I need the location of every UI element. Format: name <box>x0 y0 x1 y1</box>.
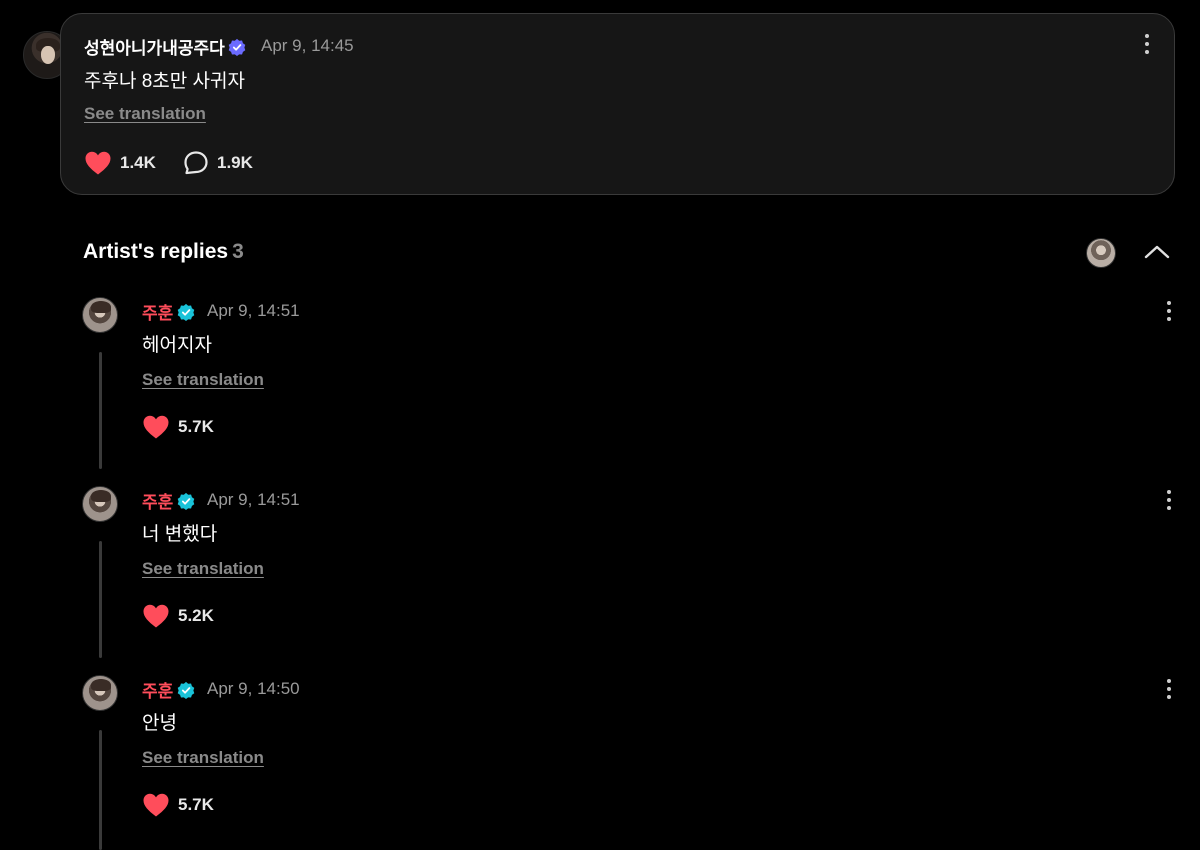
reply-author[interactable]: 주훈 <box>142 488 195 513</box>
thread-line <box>99 541 102 658</box>
verified-badge-icon <box>228 38 246 56</box>
post-like-button[interactable]: 1.4K <box>84 150 156 176</box>
post-author-name[interactable]: 성현아니가내공주다 <box>84 34 225 59</box>
page: 성현아니가내공주다 Apr 9, 14:45 주후나 8초만 사귀자 See t… <box>0 0 1200 850</box>
verified-badge-icon <box>178 681 195 699</box>
heart-icon <box>143 793 169 817</box>
post-author[interactable]: 성현아니가내공주다 <box>84 34 246 59</box>
post-kebab-menu-icon[interactable] <box>1144 34 1150 54</box>
reply-timestamp: Apr 9, 14:51 <box>207 301 300 320</box>
post-timestamp: Apr 9, 14:45 <box>261 36 354 55</box>
reply-kebab-menu-icon[interactable] <box>1166 679 1172 699</box>
reply-author-name[interactable]: 주훈 <box>142 677 173 702</box>
reply-like-count: 5.7K <box>178 417 214 436</box>
reply-see-translation-link[interactable]: See translation <box>142 370 264 390</box>
speech-bubble-icon <box>184 151 208 175</box>
post-body-text: 주후나 8초만 사귀자 <box>84 71 245 92</box>
artist-reply: 주훈 Apr 9, 14:50 안녕 See translation 5.7K <box>0 675 1200 850</box>
post-like-count: 1.4K <box>120 153 156 172</box>
reply-timestamp: Apr 9, 14:50 <box>207 679 300 698</box>
reply-avatar[interactable] <box>82 297 118 333</box>
reply-see-translation-link[interactable]: See translation <box>142 559 264 579</box>
reply-text: 안녕 <box>142 713 177 734</box>
reply-author[interactable]: 주훈 <box>142 677 195 702</box>
thread-line <box>99 352 102 469</box>
heart-icon <box>143 604 169 628</box>
post-see-translation-link[interactable]: See translation <box>84 104 206 124</box>
reply-author[interactable]: 주훈 <box>142 299 195 324</box>
reply-text: 너 변했다 <box>142 524 218 545</box>
heart-icon <box>85 151 111 175</box>
thread-line <box>99 730 102 850</box>
post-comment-button[interactable]: 1.9K <box>183 150 253 176</box>
reply-author-name[interactable]: 주훈 <box>142 299 173 324</box>
reply-timestamp: Apr 9, 14:51 <box>207 490 300 509</box>
post-card: 성현아니가내공주다 Apr 9, 14:45 주후나 8초만 사귀자 See t… <box>60 13 1175 195</box>
verified-badge-icon <box>178 492 195 510</box>
reply-avatar[interactable] <box>82 675 118 711</box>
reply-like-count: 5.7K <box>178 795 214 814</box>
reply-avatar[interactable] <box>82 486 118 522</box>
reply-text: 헤어지자 <box>142 335 212 356</box>
heart-icon <box>143 415 169 439</box>
reply-like-button[interactable]: 5.7K <box>142 414 214 440</box>
artist-avatar[interactable] <box>1086 238 1116 268</box>
reply-see-translation-link[interactable]: See translation <box>142 748 264 768</box>
reply-like-button[interactable]: 5.2K <box>142 603 214 629</box>
reply-kebab-menu-icon[interactable] <box>1166 301 1172 321</box>
artist-reply: 주훈 Apr 9, 14:51 너 변했다 See translation 5.… <box>0 486 1200 675</box>
reply-like-button[interactable]: 5.7K <box>142 792 214 818</box>
chevron-up-icon[interactable] <box>1143 242 1171 262</box>
verified-badge-icon <box>178 303 195 321</box>
reply-author-name[interactable]: 주훈 <box>142 488 173 513</box>
artist-replies-title: Artist's replies 3 <box>83 240 244 264</box>
artist-replies-count: 3 <box>232 240 244 263</box>
reply-kebab-menu-icon[interactable] <box>1166 490 1172 510</box>
reply-like-count: 5.2K <box>178 606 214 625</box>
artist-replies-label: Artist's replies <box>83 240 229 263</box>
artist-reply: 주훈 Apr 9, 14:51 헤어지자 See translation 5.7… <box>0 297 1200 486</box>
post-comment-count: 1.9K <box>217 153 253 172</box>
